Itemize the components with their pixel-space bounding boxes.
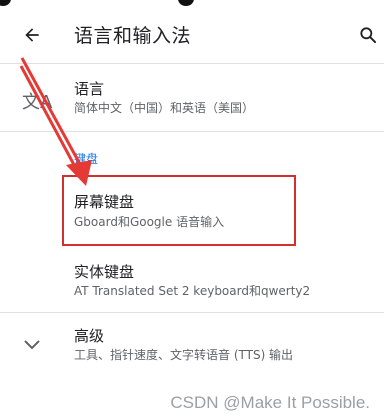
arrow-back-icon — [25, 28, 39, 42]
app-bar: 语言和输入法 — [0, 7, 384, 63]
divider — [0, 131, 384, 132]
status-dot — [0, 0, 11, 6]
section-header-keyboard: 键盘 — [74, 152, 99, 166]
setting-item-language[interactable]: 文A 语言 简体中文（中国）和英语（美国） — [0, 64, 384, 130]
translate-icon: 文A — [22, 92, 53, 113]
status-dot — [178, 0, 194, 6]
search-icon — [360, 27, 377, 44]
setting-item-advanced[interactable]: 高级 工具、指针速度、文字转语音 (TTS) 输出 — [0, 313, 384, 375]
chevron-down-icon — [24, 340, 40, 350]
search-button[interactable] — [352, 19, 384, 51]
setting-item-title: 高级 — [74, 327, 105, 345]
back-button[interactable] — [12, 19, 52, 51]
annotation-highlight-box — [62, 175, 296, 246]
page-title: 语言和输入法 — [74, 25, 192, 47]
setting-item-physical-keyboard[interactable]: 实体键盘 AT Translated Set 2 keyboard和qwerty… — [0, 250, 384, 312]
watermark-text: CSDN @Make It Possible. — [170, 393, 370, 412]
setting-item-summary: AT Translated Set 2 keyboard和qwerty2 — [74, 284, 311, 298]
setting-item-title: 实体键盘 — [74, 263, 135, 281]
status-bar-strip — [0, 0, 384, 7]
setting-item-summary: 工具、指针速度、文字转语音 (TTS) 输出 — [74, 348, 294, 362]
setting-item-title: 语言 — [74, 80, 105, 98]
setting-item-summary: 简体中文（中国）和英语（美国） — [74, 101, 255, 115]
